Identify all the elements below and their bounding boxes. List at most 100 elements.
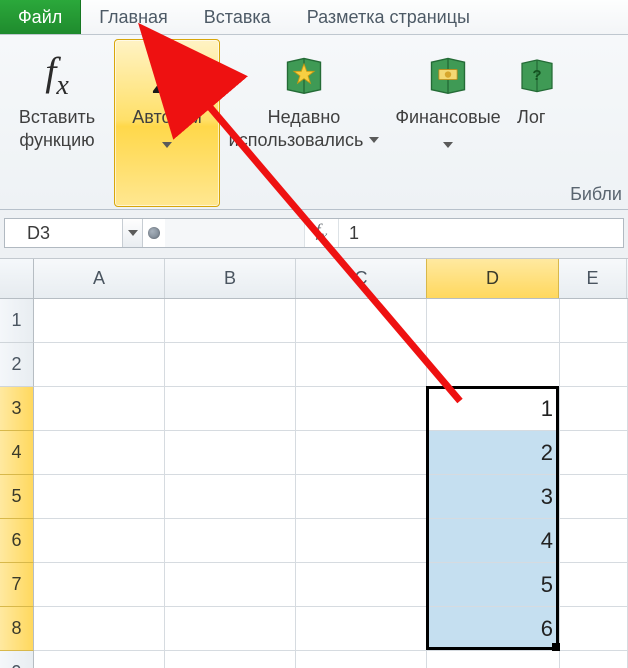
cell-E2[interactable]	[560, 343, 628, 387]
book-logic-icon: ?	[517, 53, 557, 97]
row-header-5[interactable]: 5	[0, 475, 34, 519]
cell-D2[interactable]	[427, 343, 560, 387]
ribbon-group-function-library: fx Вставить функцию Σ Автосум	[0, 35, 576, 209]
recently-used-label-1: Недавно	[268, 106, 341, 129]
select-all-corner[interactable]	[0, 259, 34, 299]
cell-D8[interactable]: 6	[427, 607, 560, 651]
column-header-D[interactable]: D	[426, 259, 559, 298]
cell-C9[interactable]	[296, 651, 427, 668]
cell-E8[interactable]	[560, 607, 628, 651]
cell-D9[interactable]	[427, 651, 560, 668]
book-money-icon	[426, 53, 470, 97]
row-header-6[interactable]: 6	[0, 519, 34, 563]
book-star-icon	[282, 53, 326, 97]
cell-D4[interactable]: 2	[427, 431, 560, 475]
cell-E9[interactable]	[560, 651, 628, 668]
worksheet-grid[interactable]: ABCDE 123456789 123456	[0, 259, 628, 668]
name-box-dropdown[interactable]	[123, 219, 143, 247]
cell-C3[interactable]	[296, 387, 427, 431]
logical-button[interactable]: ? Лог	[512, 39, 572, 207]
cell-C2[interactable]	[296, 343, 427, 387]
recently-used-button[interactable]: Недавно использовались	[224, 39, 384, 207]
cell-E1[interactable]	[560, 299, 628, 343]
cell-A8[interactable]	[34, 607, 165, 651]
cell-C1[interactable]	[296, 299, 427, 343]
cell-A2[interactable]	[34, 343, 165, 387]
cell-B1[interactable]	[165, 299, 296, 343]
insert-function-label-1: Вставить	[19, 106, 95, 129]
cell-A4[interactable]	[34, 431, 165, 475]
cell-A3[interactable]	[34, 387, 165, 431]
cell-B2[interactable]	[165, 343, 296, 387]
cell-B8[interactable]	[165, 607, 296, 651]
cell-E3[interactable]	[560, 387, 628, 431]
tab-file[interactable]: Файл	[0, 0, 81, 34]
cell-D5[interactable]: 3	[427, 475, 560, 519]
fx-small-icon: fx	[309, 220, 335, 246]
cell-A6[interactable]	[34, 519, 165, 563]
chevron-down-icon	[128, 230, 138, 236]
cell-B5[interactable]	[165, 475, 296, 519]
autosum-button[interactable]: Σ Автосум	[114, 39, 220, 207]
name-box[interactable]: D3	[5, 219, 123, 247]
recently-used-label-2: использовались	[229, 129, 364, 152]
cell-A7[interactable]	[34, 563, 165, 607]
autosum-dropdown-icon	[162, 142, 172, 148]
column-header-B[interactable]: B	[165, 259, 296, 298]
row-header-2[interactable]: 2	[0, 343, 34, 387]
row-header-8[interactable]: 8	[0, 607, 34, 651]
column-header-E[interactable]: E	[559, 259, 627, 298]
row-header-9[interactable]: 9	[0, 651, 34, 668]
tab-insert[interactable]: Вставка	[186, 0, 289, 34]
formula-bar-area: D3 fx 1	[0, 210, 628, 259]
tab-bar: Файл Главная Вставка Разметка страницы	[0, 0, 628, 35]
tab-page-layout[interactable]: Разметка страницы	[289, 0, 488, 34]
insert-function-fx[interactable]: fx	[305, 219, 339, 247]
financial-label: Финансовые	[395, 106, 500, 129]
cell-B3[interactable]	[165, 387, 296, 431]
cell-B9[interactable]	[165, 651, 296, 668]
row-header-7[interactable]: 7	[0, 563, 34, 607]
cell-C5[interactable]	[296, 475, 427, 519]
cell-D3[interactable]: 1	[427, 387, 560, 431]
cell-E6[interactable]	[560, 519, 628, 563]
insert-function-label-2: функцию	[19, 129, 94, 152]
cell-A5[interactable]	[34, 475, 165, 519]
column-header-C[interactable]: C	[296, 259, 427, 298]
column-header-A[interactable]: A	[34, 259, 165, 298]
svg-text:?: ?	[532, 67, 541, 84]
formula-input-value: 1	[349, 223, 359, 244]
formula-input[interactable]: 1	[339, 219, 623, 247]
recently-used-dropdown-icon	[369, 137, 379, 143]
financial-button[interactable]: Финансовые	[388, 39, 508, 207]
column-headers: ABCDE	[34, 259, 628, 299]
ribbon-formulas: fx Вставить функцию Σ Автосум	[0, 35, 628, 210]
cell-C8[interactable]	[296, 607, 427, 651]
cell-E7[interactable]	[560, 563, 628, 607]
fx-icon: fx	[45, 48, 69, 102]
cell-D6[interactable]: 4	[427, 519, 560, 563]
tab-home[interactable]: Главная	[81, 0, 186, 34]
cell-A9[interactable]	[34, 651, 165, 668]
insert-function-button[interactable]: fx Вставить функцию	[4, 39, 110, 207]
cell-C7[interactable]	[296, 563, 427, 607]
circle-icon	[148, 227, 160, 239]
cell-A1[interactable]	[34, 299, 165, 343]
cell-C6[interactable]	[296, 519, 427, 563]
cell-B6[interactable]	[165, 519, 296, 563]
cell-D1[interactable]	[427, 299, 560, 343]
formula-bar-spacer	[165, 219, 305, 247]
row-header-1[interactable]: 1	[0, 299, 34, 343]
cell-E4[interactable]	[560, 431, 628, 475]
cell-D7[interactable]: 5	[427, 563, 560, 607]
financial-dropdown-icon	[443, 142, 453, 148]
autosum-label: Автосум	[132, 106, 201, 129]
cell-C4[interactable]	[296, 431, 427, 475]
row-header-3[interactable]: 3	[0, 387, 34, 431]
row-header-4[interactable]: 4	[0, 431, 34, 475]
cell-B4[interactable]	[165, 431, 296, 475]
cell-B7[interactable]	[165, 563, 296, 607]
cell-E5[interactable]	[560, 475, 628, 519]
ribbon-group-caption: Библи	[570, 184, 622, 205]
cells-area[interactable]: 123456	[34, 299, 628, 668]
